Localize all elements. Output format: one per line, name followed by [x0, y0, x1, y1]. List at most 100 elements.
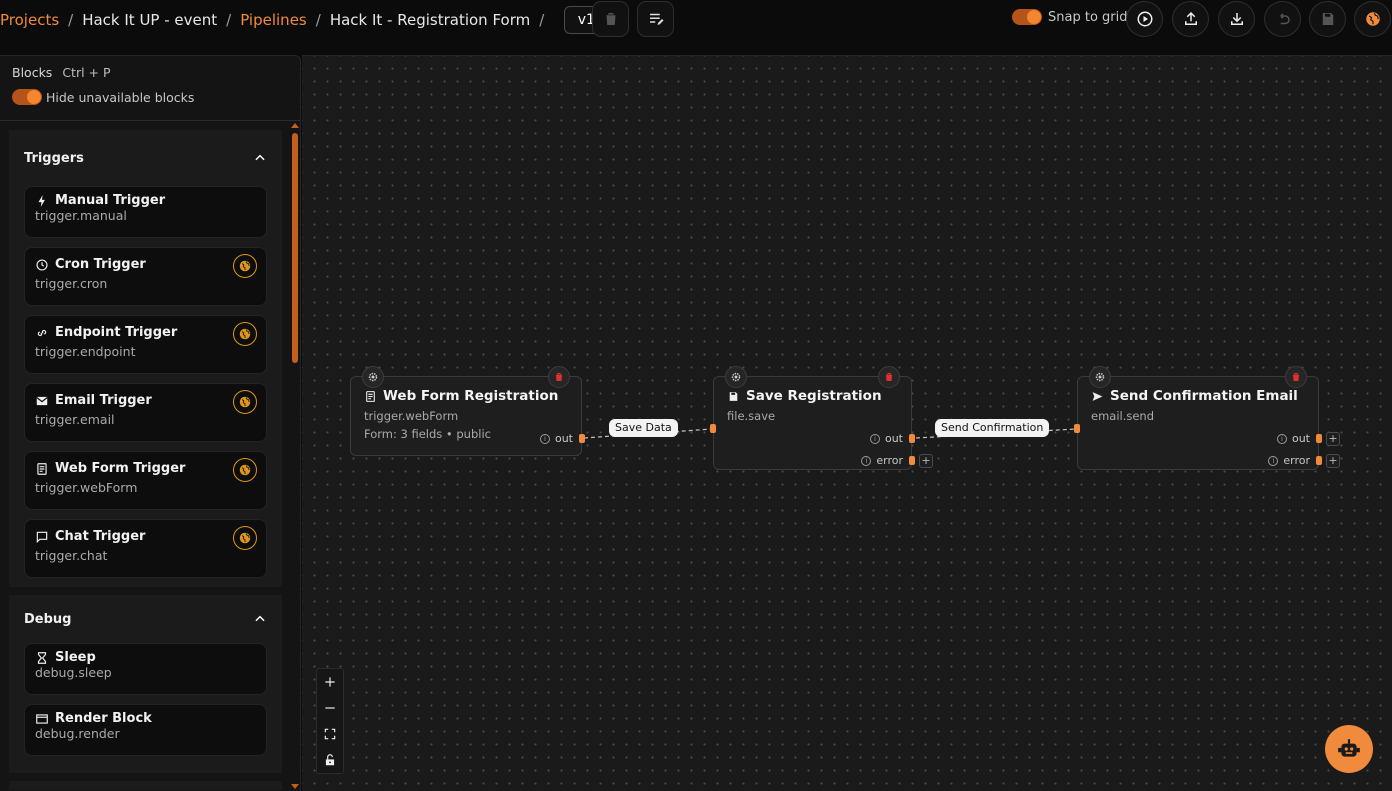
breadcrumb-project[interactable]: Hack It UP - event	[82, 11, 217, 29]
chevron-up-icon[interactable]	[253, 612, 267, 626]
block-name: Endpoint Trigger	[35, 325, 256, 340]
play-icon	[1137, 11, 1152, 27]
block-name-text: Web Form Trigger	[55, 461, 186, 476]
block-email-trigger[interactable]: Email Trigger trigger.email	[24, 383, 267, 442]
error-handle[interactable]	[909, 456, 915, 465]
block-type: trigger.cron	[35, 276, 108, 291]
port-label: out	[884, 432, 903, 445]
block-name-text: Render Block	[55, 711, 152, 726]
gear-icon	[1095, 372, 1105, 382]
block-web-form-trigger[interactable]: Web Form Trigger trigger.webForm	[24, 451, 267, 510]
port-out: i out	[869, 432, 903, 445]
info-icon: i	[1276, 433, 1287, 444]
breadcrumb-pipelines[interactable]: Pipelines	[240, 11, 307, 29]
block-name-text: Manual Trigger	[55, 193, 166, 208]
node-send-confirmation-email[interactable]: Send Confirmation Email email.send i out…	[1074, 366, 1340, 470]
block-type: trigger.endpoint	[35, 344, 136, 359]
edge-label-send-confirmation[interactable]: Send Confirmation	[935, 419, 1050, 437]
node-settings-button[interactable]	[362, 366, 384, 388]
chat-icon	[36, 531, 48, 543]
input-handle[interactable]	[710, 424, 716, 433]
delete-pipeline-button[interactable]	[592, 1, 629, 37]
block-type: trigger.webForm	[35, 480, 138, 495]
export-button[interactable]	[1172, 1, 1209, 37]
block-render[interactable]: Render Block debug.render	[24, 704, 267, 756]
edge-label-save-data[interactable]: Save Data	[609, 419, 678, 437]
port-error: i error	[861, 454, 903, 467]
assistant-button[interactable]	[1325, 725, 1373, 773]
node-delete-button[interactable]	[878, 366, 900, 388]
output-handle[interactable]	[579, 434, 585, 443]
block-name-text: Chat Trigger	[55, 529, 146, 544]
sidebar-title: Blocks Ctrl + P	[12, 65, 288, 80]
hide-unavailable-label: Hide unavailable blocks	[46, 89, 195, 105]
plus-icon	[325, 677, 335, 687]
scrollbar-thumb[interactable]	[292, 133, 298, 363]
publish-button[interactable]	[1354, 1, 1391, 37]
trash-icon	[606, 13, 615, 25]
node-delete-button[interactable]	[1285, 366, 1307, 388]
output-handle[interactable]	[1316, 434, 1322, 443]
section-header[interactable]: Debug	[24, 595, 267, 643]
node-settings-button[interactable]	[725, 366, 747, 388]
save-button[interactable]	[1309, 1, 1346, 37]
pipeline-canvas[interactable]: Web Form Registration trigger.webForm Fo…	[302, 55, 1392, 791]
edit-list-icon	[649, 13, 663, 25]
fit-view-icon	[324, 728, 336, 740]
globe-icon	[239, 396, 251, 408]
block-chat-trigger[interactable]: Chat Trigger trigger.chat	[24, 519, 267, 578]
zoom-out-button[interactable]	[317, 695, 343, 721]
port-label: error	[1283, 454, 1310, 467]
add-out-branch-button[interactable]: +	[1326, 432, 1340, 446]
edit-details-button[interactable]	[637, 1, 674, 37]
public-badge	[233, 322, 257, 346]
blocks-list: Triggers Manual Trigger trigger.manual C…	[9, 130, 282, 790]
output-handle[interactable]	[909, 434, 915, 443]
block-name: Cron Trigger	[35, 257, 256, 272]
download-icon	[1230, 13, 1243, 25]
block-type: trigger.chat	[35, 548, 108, 563]
port-out: i out	[539, 432, 573, 445]
globe-icon	[239, 464, 251, 476]
scroll-down-icon[interactable]	[291, 784, 299, 789]
block-manual-trigger[interactable]: Manual Trigger trigger.manual	[24, 186, 267, 238]
snap-to-grid: Snap to grid	[1012, 9, 1128, 25]
node-web-form-registration[interactable]: Web Form Registration trigger.webForm Fo…	[350, 366, 585, 456]
section-header[interactable]: Triggers	[24, 130, 267, 186]
node-description: Form: 3 fields • public	[364, 427, 491, 441]
port-label: out	[1291, 432, 1310, 445]
info-icon: i	[861, 455, 872, 466]
lock-button[interactable]	[317, 747, 343, 773]
sidebar-scrollbar[interactable]	[289, 121, 300, 791]
import-button[interactable]	[1218, 1, 1255, 37]
scroll-up-icon[interactable]	[291, 123, 299, 128]
fit-view-button[interactable]	[317, 721, 343, 747]
input-handle[interactable]	[1074, 424, 1080, 433]
block-endpoint-trigger[interactable]: Endpoint Trigger trigger.endpoint	[24, 315, 267, 374]
block-sleep[interactable]: Sleep debug.sleep	[24, 643, 267, 695]
node-title: Web Form Registration	[364, 388, 558, 404]
hide-unavailable-toggle[interactable]	[12, 89, 42, 105]
zoom-in-button[interactable]	[317, 669, 343, 695]
section-title: Triggers	[24, 150, 84, 166]
info-icon: i	[869, 433, 880, 444]
snap-label: Snap to grid	[1048, 9, 1128, 25]
port-label: error	[876, 454, 903, 467]
save-icon	[1322, 13, 1333, 25]
snap-toggle[interactable]	[1012, 9, 1042, 25]
node-settings-button[interactable]	[1089, 366, 1111, 388]
run-button[interactable]	[1126, 1, 1163, 37]
chevron-up-icon[interactable]	[253, 151, 267, 165]
zoom-controls	[316, 668, 344, 774]
public-badge	[233, 254, 257, 278]
node-save-registration[interactable]: Save Registration file.save i out i erro…	[710, 366, 933, 470]
add-error-branch-button[interactable]: +	[1326, 454, 1340, 468]
breadcrumb-projects[interactable]: Projects	[0, 11, 59, 29]
undo-button[interactable]	[1264, 1, 1301, 37]
gear-icon	[731, 372, 741, 382]
minus-icon	[325, 707, 335, 709]
node-delete-button[interactable]	[548, 366, 570, 388]
add-error-branch-button[interactable]: +	[919, 454, 933, 468]
block-cron-trigger[interactable]: Cron Trigger trigger.cron	[24, 247, 267, 306]
error-handle[interactable]	[1316, 456, 1322, 465]
